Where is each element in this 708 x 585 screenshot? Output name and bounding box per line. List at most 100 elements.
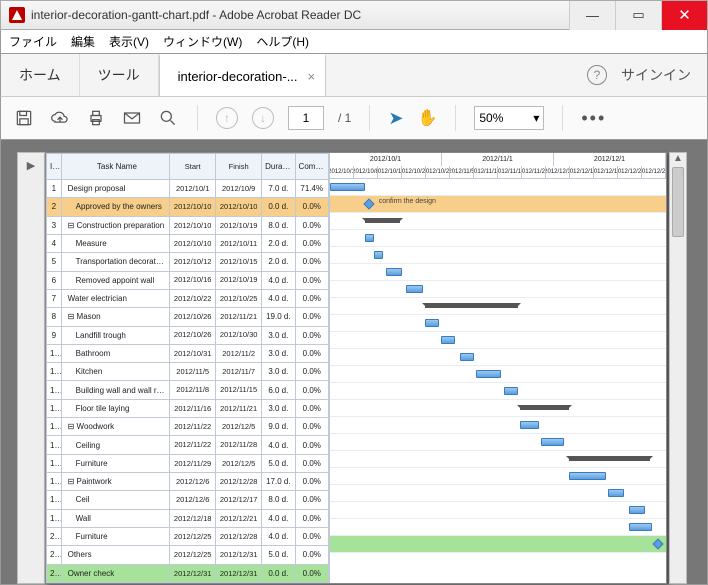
page-up-button[interactable]: ↑ — [216, 107, 238, 129]
week-header: 2012/12/17 — [594, 166, 618, 179]
gantt-bar — [425, 319, 439, 327]
vertical-scrollbar[interactable]: ▲ — [669, 152, 687, 584]
gantt-bar — [374, 251, 383, 259]
table-row: 8⊟ Mason2012/10/262012/11/2119.0 d.0.0% — [47, 308, 329, 326]
chart-row — [330, 451, 666, 468]
page-down-button[interactable]: ↓ — [252, 107, 274, 129]
zoom-select[interactable]: 50% ▾ — [474, 106, 544, 130]
zoom-value: 50% — [479, 111, 503, 125]
signin-link[interactable]: サインイン — [621, 65, 691, 85]
table-row: 5Transportation decorate material2012/10… — [47, 253, 329, 271]
window-title: interior-decoration-gantt-chart.pdf - Ad… — [31, 8, 361, 22]
table-row: 3⊟ Construction preparation2012/10/10201… — [47, 216, 329, 234]
gantt-bar — [365, 234, 374, 242]
menu-window[interactable]: ウィンドウ(W) — [163, 33, 242, 50]
gantt-bar — [541, 438, 564, 446]
week-header: 2012/10/29 — [426, 166, 450, 179]
month-header: 2012/11/1 — [442, 153, 554, 166]
mail-icon[interactable] — [121, 107, 143, 129]
table-row: 4Measure2012/10/102012/10/112.0 d.0.0% — [47, 234, 329, 252]
chart-row — [330, 366, 666, 383]
week-header: 2012/12/10 — [570, 166, 594, 179]
chart-row — [330, 468, 666, 485]
menu-help[interactable]: ヘルプ(H) — [256, 33, 309, 50]
maximize-button[interactable]: ▭ — [615, 1, 661, 30]
pdf-page: ID Task Name Start Finish Duration Compl… — [45, 152, 667, 584]
gantt-bar — [476, 370, 501, 378]
chart-row — [330, 247, 666, 264]
nav-pane-collapsed[interactable]: ▶ — [17, 152, 45, 584]
chart-row — [330, 502, 666, 519]
col-name: Task Name — [61, 154, 170, 180]
tab-tools[interactable]: ツール — [80, 54, 159, 96]
week-header: 2012/12/24 — [618, 166, 642, 179]
week-header: 2012/11/19 — [498, 166, 522, 179]
pan-tool-icon[interactable]: ✋ — [417, 108, 437, 128]
chart-row — [330, 519, 666, 536]
chart-row — [330, 417, 666, 434]
table-row: 15Ceiling2012/11/222012/11/284.0 d.0.0% — [47, 436, 329, 454]
gantt-bar — [504, 387, 518, 395]
gantt-bar — [330, 183, 365, 191]
chart-row — [330, 383, 666, 400]
week-header: 2012/10/8 — [354, 166, 378, 179]
col-duration: Duration — [262, 154, 295, 180]
menu-file[interactable]: ファイル — [9, 33, 57, 50]
chart-row — [330, 400, 666, 417]
table-row: 12Building wall and wall repair2012/11/8… — [47, 381, 329, 399]
table-row: 2Approved by the owners2012/10/102012/10… — [47, 198, 329, 216]
chart-row — [330, 281, 666, 298]
help-icon[interactable]: ? — [587, 65, 607, 85]
col-finish: Finish — [216, 154, 262, 180]
gantt-bar — [608, 489, 624, 497]
table-row: 18Ceil2012/12/62012/12/178.0 d.0.0% — [47, 491, 329, 509]
table-row: 16Furniture2012/11/292012/12/55.0 d.0.0% — [47, 454, 329, 472]
week-header: 2012/12/3 — [546, 166, 570, 179]
tab-document-label: interior-decoration-... — [178, 69, 298, 84]
col-complete: Complete — [295, 154, 328, 180]
tabstrip: ホーム ツール interior-decoration-... × ? サインイ… — [0, 54, 708, 96]
table-row: 14⊟ Woodwork2012/11/222012/12/59.0 d.0.0… — [47, 418, 329, 436]
col-start: Start — [170, 154, 216, 180]
week-header: 2012/11/5 — [450, 166, 474, 179]
table-row: 22Owner check2012/12/312012/12/310.0 d.0… — [47, 564, 329, 582]
gantt-milestone — [363, 198, 374, 209]
table-row: 7Water electrician2012/10/222012/10/254.… — [47, 289, 329, 307]
gantt-summary-bar — [520, 405, 569, 410]
chart-row — [330, 179, 666, 196]
print-icon[interactable] — [85, 107, 107, 129]
table-row: 17⊟ Paintwork2012/12/62012/12/2817.0 d.0… — [47, 473, 329, 491]
chart-row — [330, 230, 666, 247]
cloud-upload-icon[interactable] — [49, 107, 71, 129]
chart-row — [330, 315, 666, 332]
table-row: 19Wall2012/12/182012/12/214.0 d.0.0% — [47, 509, 329, 527]
document-area: ▶ ID Task Name Start Finish Duration Com… — [0, 140, 708, 585]
table-row: 20Furniture2012/12/252012/12/284.0 d.0.0… — [47, 527, 329, 545]
month-header: 2012/12/1 — [554, 153, 666, 166]
table-row: 9Landfill trough2012/10/262012/10/303.0 … — [47, 326, 329, 344]
menu-edit[interactable]: 編集 — [71, 33, 95, 50]
select-tool-icon[interactable]: ➤ — [388, 108, 403, 129]
menu-view[interactable]: 表示(V) — [109, 33, 149, 50]
tab-home[interactable]: ホーム — [1, 54, 80, 96]
more-icon[interactable]: ••• — [581, 108, 606, 129]
milestone-label: confirm the design — [379, 198, 436, 205]
close-button[interactable]: ✕ — [661, 1, 707, 30]
scrollbar-thumb[interactable] — [672, 167, 684, 237]
chart-row — [330, 264, 666, 281]
app-icon — [9, 7, 25, 23]
week-header: 2012/10/1 — [330, 166, 354, 179]
search-icon[interactable] — [157, 107, 179, 129]
tab-document[interactable]: interior-decoration-... × — [159, 54, 327, 96]
chart-row — [330, 332, 666, 349]
chevron-down-icon: ▾ — [533, 111, 539, 125]
page-number-input[interactable] — [288, 106, 324, 130]
chart-row — [330, 434, 666, 451]
gantt-summary-bar — [425, 303, 518, 308]
gantt-bar — [629, 506, 645, 514]
table-row: 6Removed appoint wall2012/10/162012/10/1… — [47, 271, 329, 289]
toolbar: ↑ ↓ / 1 ➤ ✋ 50% ▾ ••• — [0, 96, 708, 140]
minimize-button[interactable]: — — [569, 1, 615, 30]
tab-close-icon[interactable]: × — [308, 69, 316, 84]
save-icon[interactable] — [13, 107, 35, 129]
